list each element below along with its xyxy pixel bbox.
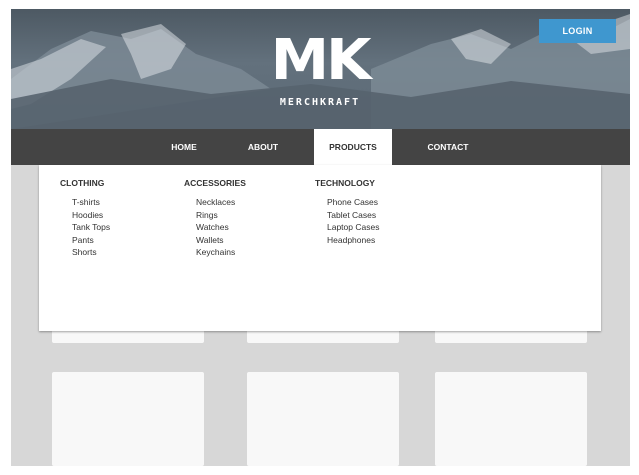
logo-wordmark: MERCHKRAFT	[279, 97, 361, 108]
nav-about[interactable]: ABOUT	[239, 129, 287, 165]
menu-item[interactable]: Necklaces	[196, 196, 246, 209]
dropdown-column-clothing: CLOTHING T-shirts Hoodies Tank Tops Pant…	[60, 178, 110, 259]
menu-item[interactable]: Phone Cases	[327, 196, 379, 209]
brand-logo[interactable]: MK MERCHKRAFT	[270, 28, 372, 113]
menu-item[interactable]: Laptop Cases	[327, 221, 379, 234]
menu-item[interactable]: Rings	[196, 209, 246, 222]
page-frame: MK MERCHKRAFT LOGIN HOME ABOUT PRODUCTS …	[11, 9, 630, 466]
nav-contact[interactable]: CONTACT	[421, 129, 475, 165]
column-title: TECHNOLOGY	[315, 178, 375, 188]
dropdown-column-accessories: ACCESSORIES Necklaces Rings Watches Wall…	[184, 178, 246, 259]
login-button[interactable]: LOGIN	[539, 19, 616, 43]
menu-item[interactable]: Watches	[196, 221, 246, 234]
hero-banner: MK MERCHKRAFT LOGIN	[11, 9, 630, 129]
menu-item[interactable]: Headphones	[327, 234, 379, 247]
products-dropdown-menu: CLOTHING T-shirts Hoodies Tank Tops Pant…	[39, 165, 601, 331]
column-title: CLOTHING	[60, 178, 105, 188]
nav-home[interactable]: HOME	[161, 129, 207, 165]
menu-item[interactable]: Hoodies	[72, 209, 110, 222]
product-card[interactable]	[435, 372, 587, 466]
menu-item[interactable]: Wallets	[196, 234, 246, 247]
main-nav: HOME ABOUT PRODUCTS CONTACT	[11, 129, 630, 165]
menu-item[interactable]: Shorts	[72, 246, 110, 259]
menu-item[interactable]: Keychains	[196, 246, 246, 259]
column-title: ACCESSORIES	[184, 178, 246, 188]
product-card[interactable]	[52, 372, 204, 466]
menu-item[interactable]: Tablet Cases	[327, 209, 379, 222]
menu-item[interactable]: Pants	[72, 234, 110, 247]
menu-item[interactable]: Tank Tops	[72, 221, 110, 234]
menu-item[interactable]: T-shirts	[72, 196, 110, 209]
logo-mark: MK	[271, 28, 372, 93]
dropdown-column-technology: TECHNOLOGY Phone Cases Tablet Cases Lapt…	[315, 178, 379, 246]
product-card[interactable]	[247, 372, 399, 466]
nav-products[interactable]: PRODUCTS	[314, 129, 392, 165]
